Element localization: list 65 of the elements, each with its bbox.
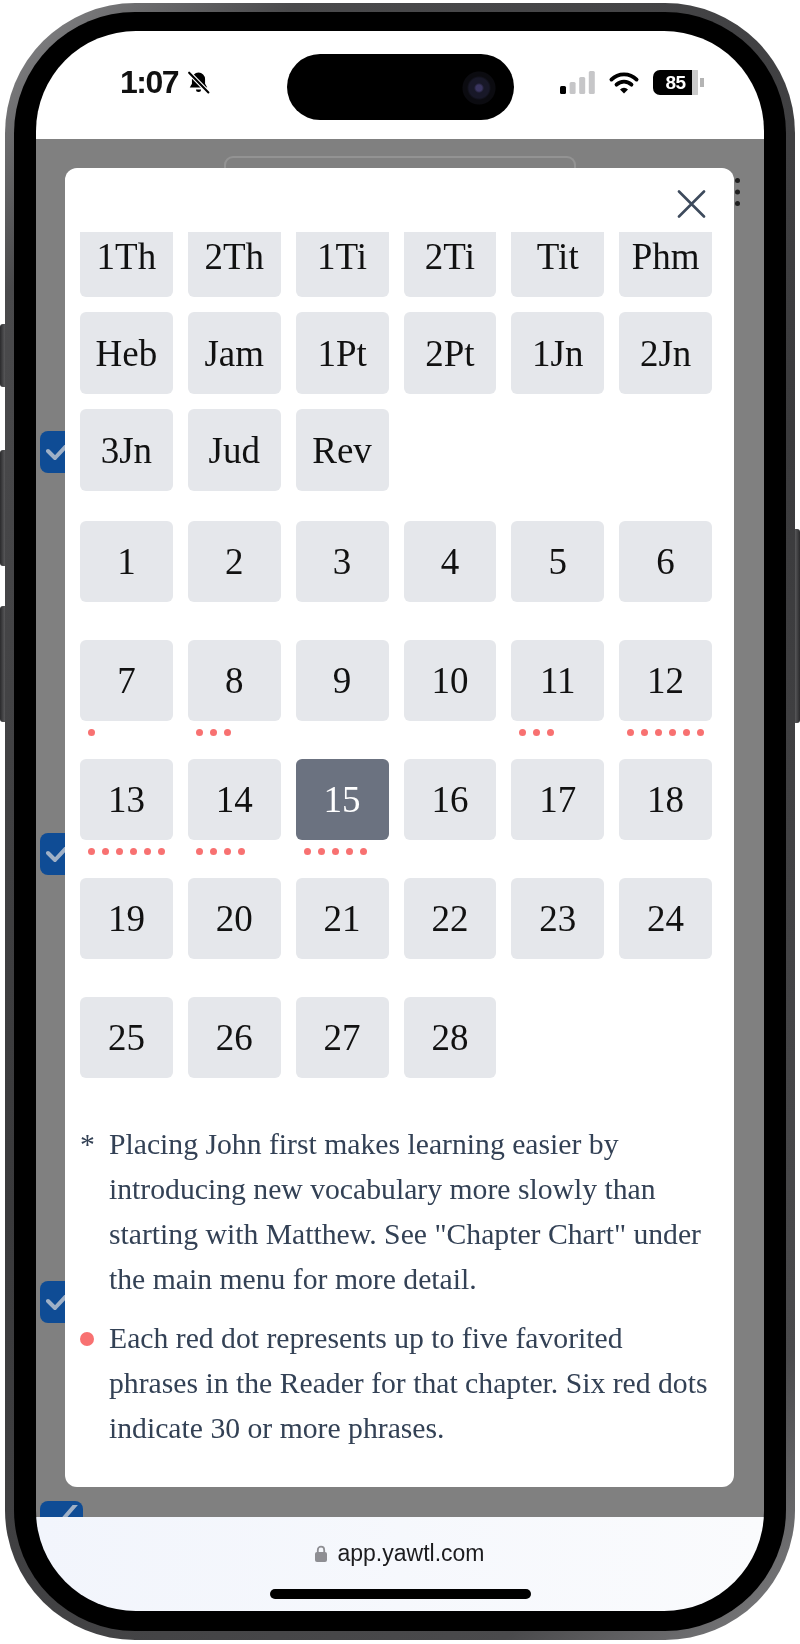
chapter-button[interactable]: 28 xyxy=(403,997,497,1078)
checkmark-icon xyxy=(46,445,65,462)
chapter-button[interactable]: 18 xyxy=(619,759,712,840)
book-button[interactable]: 2Jn xyxy=(619,312,712,394)
book-button[interactable]: Rev xyxy=(295,409,389,491)
book-button[interactable]: Phm xyxy=(619,232,712,297)
chapter-button[interactable]: 12 xyxy=(619,640,712,721)
close-icon xyxy=(677,190,706,218)
footnote-marker: * xyxy=(80,1127,95,1162)
checkmark-icon xyxy=(46,847,65,864)
chapter-button[interactable]: 25 xyxy=(80,997,173,1078)
chapter-button[interactable]: 9 xyxy=(295,640,389,721)
chapter-button[interactable]: 11 xyxy=(511,640,605,721)
wifi-icon xyxy=(608,71,640,94)
chapter-button[interactable]: 26 xyxy=(187,997,281,1078)
chapter-button[interactable]: 24 xyxy=(619,878,712,959)
more-options-icon[interactable] xyxy=(735,178,740,206)
checkbox[interactable] xyxy=(40,833,65,875)
book-button[interactable]: 1Ti xyxy=(295,232,389,297)
footnote-text: Placing John first makes learning easier by introducing new vocabulary more slowly than starting with Matthew. See "Chapter Chart" under the main menu for more detail. xyxy=(109,1127,702,1297)
chapter-button[interactable]: 6 xyxy=(619,521,712,602)
chapter-button[interactable]: 3 xyxy=(295,521,389,602)
checkmark-icon xyxy=(62,1505,79,1517)
chapter-button[interactable]: 15 xyxy=(295,759,389,840)
book-button[interactable]: Jam xyxy=(187,312,281,394)
checkmark-icon xyxy=(46,1295,65,1312)
book-button[interactable]: 3Jn xyxy=(80,409,173,491)
book-button[interactable]: 2Th xyxy=(187,232,281,297)
battery-indicator: 85 xyxy=(653,70,704,95)
checkbox[interactable] xyxy=(40,1501,83,1517)
close-button[interactable] xyxy=(677,190,706,218)
chapter-button[interactable]: 23 xyxy=(511,878,605,959)
chapter-button[interactable]: 20 xyxy=(187,878,281,959)
chapter-button[interactable]: 16 xyxy=(403,759,497,840)
chapter-button[interactable]: 17 xyxy=(511,759,605,840)
book-button[interactable]: Heb xyxy=(80,312,173,394)
book-button[interactable]: 1Th xyxy=(80,232,173,297)
bell-slash-icon xyxy=(186,70,212,95)
book-button[interactable]: Jud xyxy=(187,409,281,491)
book-button[interactable]: Tit xyxy=(511,232,605,297)
dot-icon xyxy=(80,1331,94,1346)
checkbox[interactable] xyxy=(40,431,65,473)
footnote-text: Each red dot represents up to five favorited phrases in the Reader for that chapter. Six red dots indicate 30 or more phrases. xyxy=(109,1321,709,1446)
chapter-button[interactable]: 13 xyxy=(80,759,173,840)
chapter-button[interactable]: 8 xyxy=(187,640,281,721)
book-button[interactable]: 2Pt xyxy=(403,312,497,394)
lock-icon xyxy=(315,1544,328,1562)
signal-icon xyxy=(560,71,595,94)
chapter-button[interactable]: 1 xyxy=(80,521,173,602)
checkbox[interactable] xyxy=(40,1281,65,1323)
chapter-button[interactable]: 19 xyxy=(80,878,173,959)
chapter-button[interactable]: 2 xyxy=(187,521,281,602)
chapter-button[interactable]: 14 xyxy=(187,759,281,840)
chapter-button[interactable]: 10 xyxy=(403,640,497,721)
address-field[interactable]: app.yawtl.com xyxy=(315,1538,485,1568)
chapter-button[interactable]: 7 xyxy=(80,640,173,721)
book-button[interactable]: 1Pt xyxy=(295,312,389,394)
chapter-button[interactable]: 22 xyxy=(403,878,497,959)
chapter-button[interactable]: 21 xyxy=(295,878,389,959)
chapter-button[interactable]: 5 xyxy=(511,521,605,602)
chapter-button[interactable]: 27 xyxy=(295,997,389,1078)
status-time: 1:07 xyxy=(120,66,179,99)
chapter-button[interactable]: 4 xyxy=(403,521,497,602)
book-button[interactable]: 2Ti xyxy=(403,232,497,297)
book-button[interactable]: 1Jn xyxy=(511,312,605,394)
